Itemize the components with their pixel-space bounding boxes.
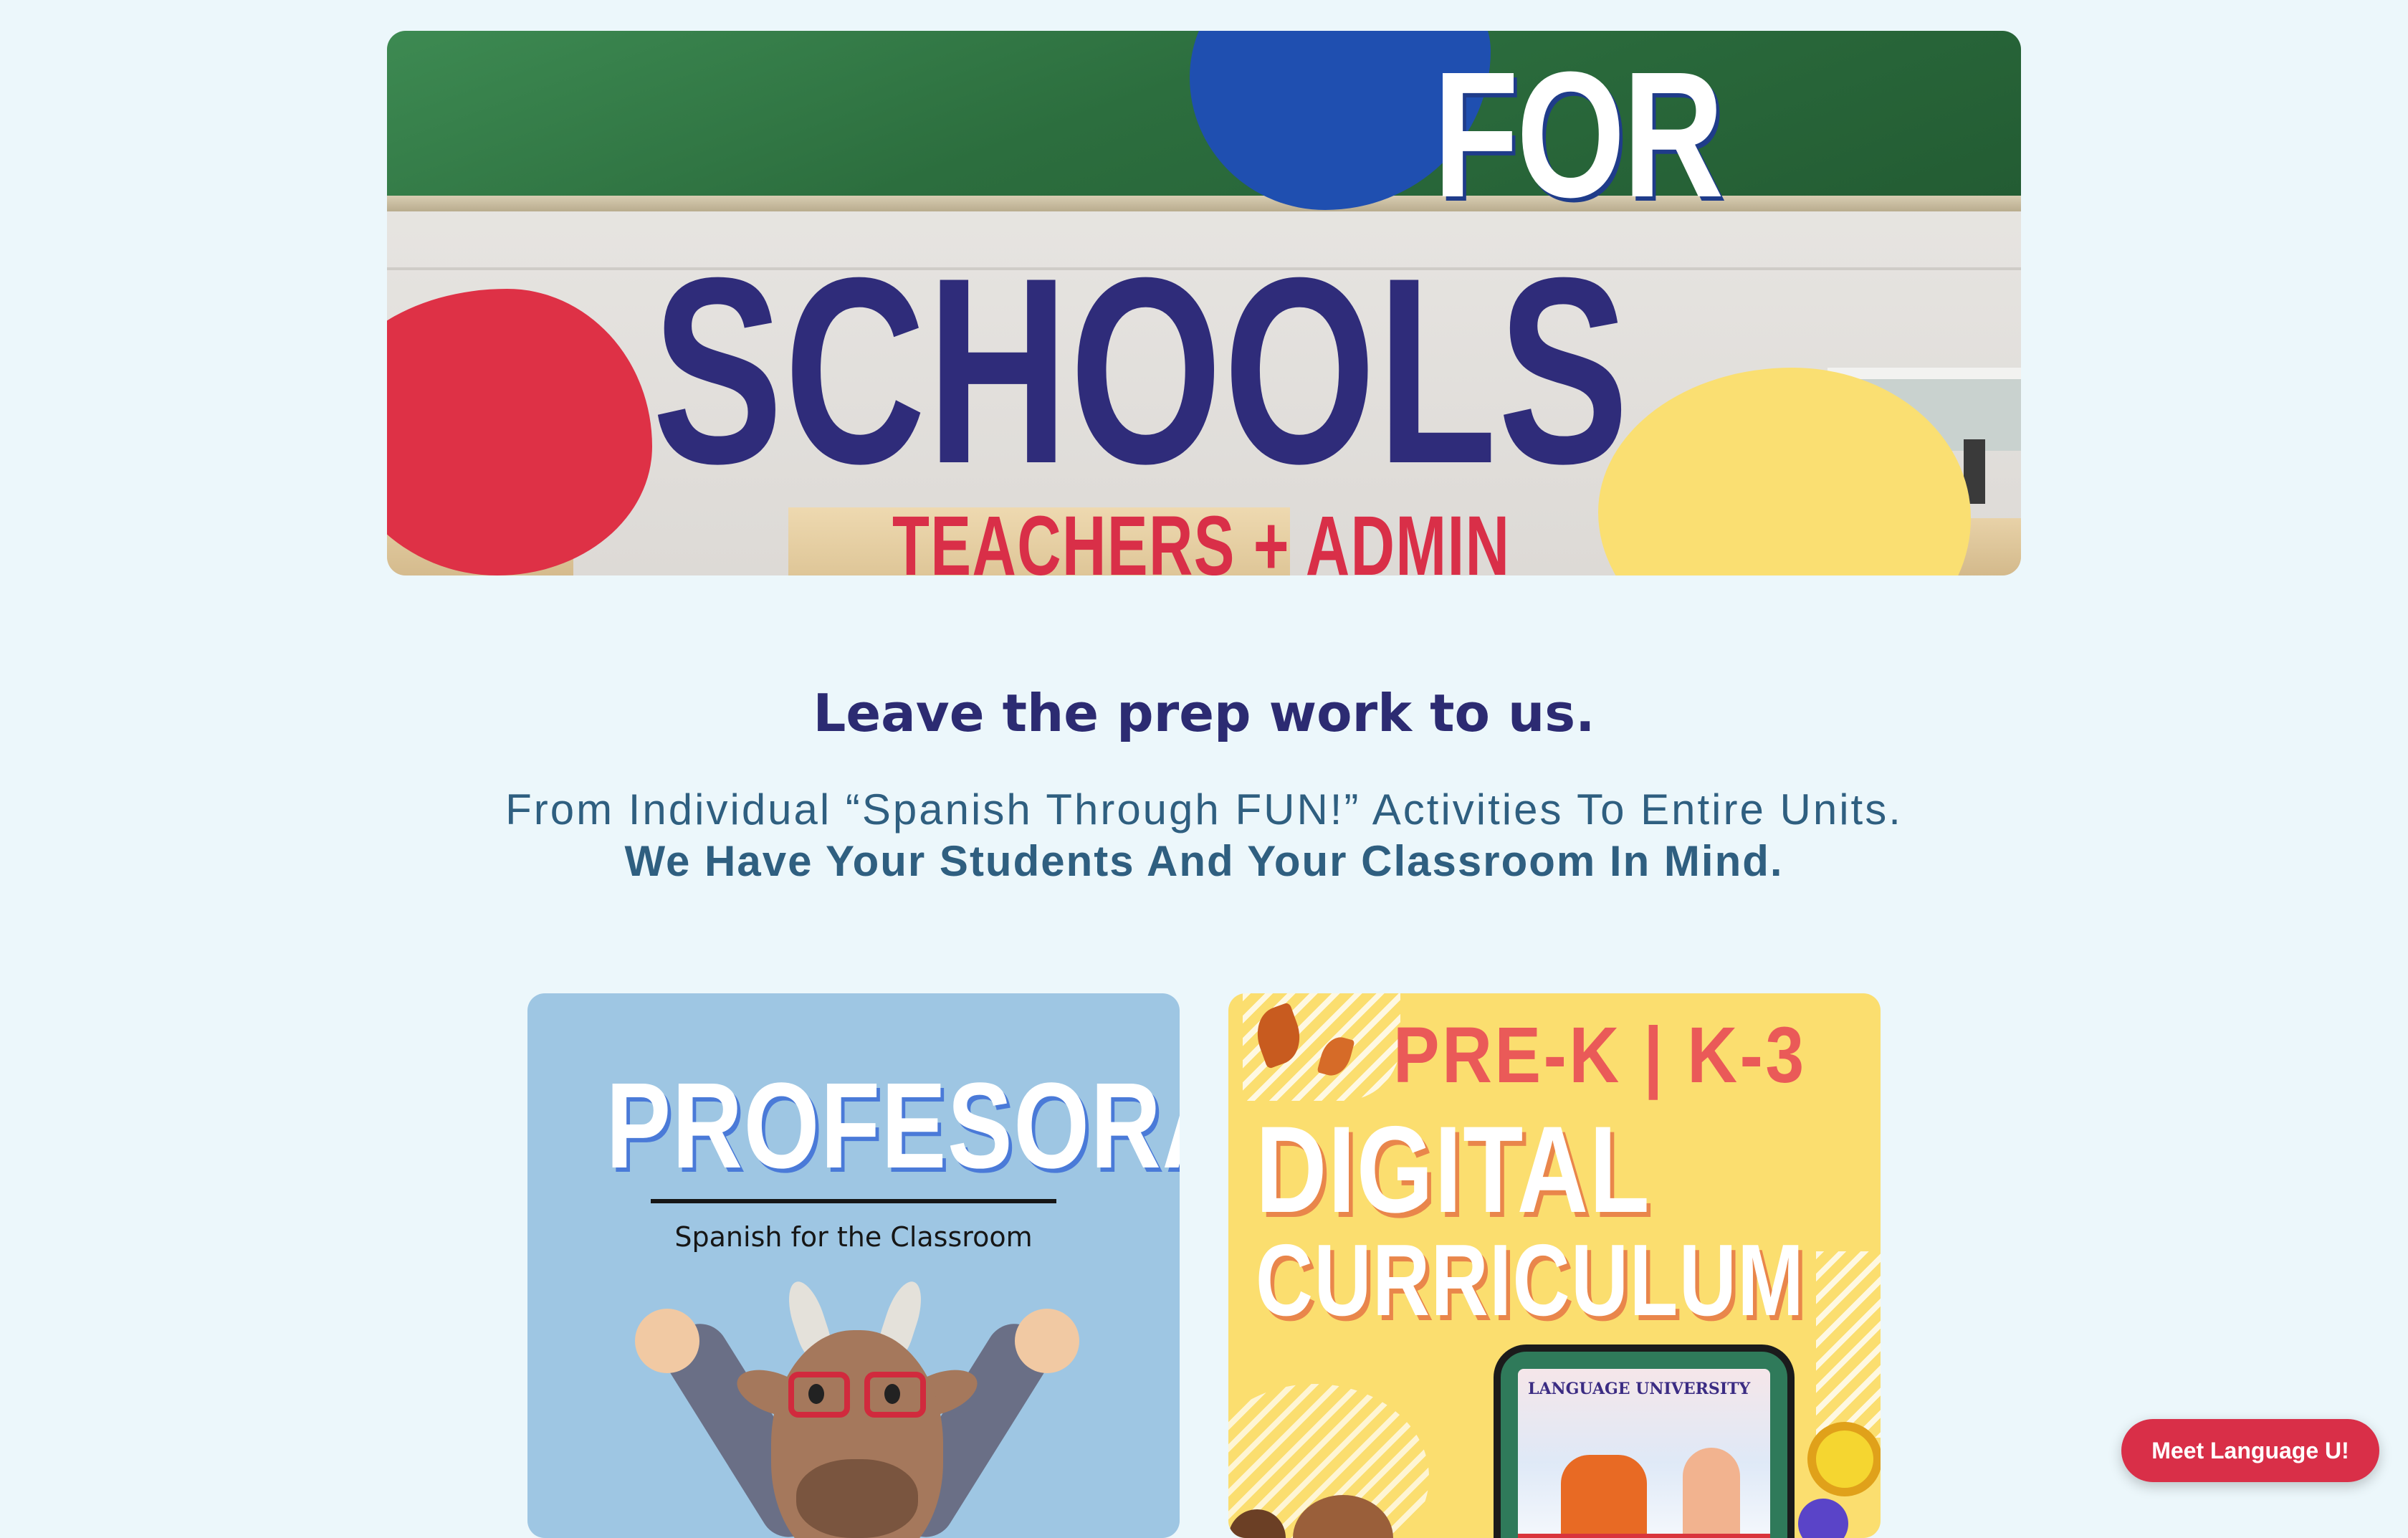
tablet-screen: LANGUAGE UNIVERSITY (1518, 1369, 1770, 1538)
hero-banner: FOR SCHOOLS TEACHERS + ADMIN (387, 31, 2021, 575)
card-title-digital: DIGITAL (1256, 1101, 1651, 1238)
tablet-figure-left (1561, 1455, 1647, 1538)
tablet-stand (1518, 1534, 1770, 1538)
tablet-figure-right (1683, 1448, 1740, 1538)
mascot-hand-right (1015, 1309, 1079, 1373)
profesora-title-text: PROFESORA (606, 1058, 1180, 1194)
flower-icon (1816, 1430, 1873, 1488)
divider (651, 1199, 1056, 1203)
hero-title-schools: SCHOOLS (652, 223, 1630, 519)
card-title-curriculum: CURRICULUM (1256, 1223, 1805, 1337)
tablet-screen-label: LANGUAGE UNIVERSITY (1528, 1380, 1751, 1398)
section-subline-bold: We Have Your Students And Your Classroom… (624, 837, 1784, 885)
section-subline: From Individual “Spanish Through FUN!” A… (505, 785, 1903, 834)
mascot-snout (796, 1459, 918, 1538)
mascot-eye-right (884, 1384, 900, 1404)
section-headline: Leave the prep work to us. (813, 683, 1595, 743)
meet-language-u-button[interactable]: Meet Language U! (2121, 1419, 2379, 1482)
red-blob-decoration (387, 289, 652, 575)
profesora-title: PROFESORA (527, 1065, 1180, 1187)
stripe-decoration-right (1816, 1251, 1881, 1438)
mascot-hand-left (635, 1309, 699, 1373)
hero-subtitle-audience: TEACHERS + ADMIN (892, 499, 1511, 575)
profesora-card[interactable]: PROFESORA Spanish for the Classroom (527, 993, 1180, 1538)
profesora-subtitle: Spanish for the Classroom (674, 1221, 1033, 1253)
flower-icon-purple (1798, 1499, 1848, 1538)
tablet-illustration: LANGUAGE UNIVERSITY (1494, 1344, 1795, 1538)
grade-range-label: PRE-K | K-3 (1393, 1011, 1807, 1099)
mascot-eye-left (808, 1384, 824, 1404)
hero-title-for: FOR (1433, 34, 1724, 234)
digital-curriculum-card[interactable]: PRE-K | K-3 DIGITAL CURRICULUM LANGUAGE … (1228, 993, 1881, 1538)
